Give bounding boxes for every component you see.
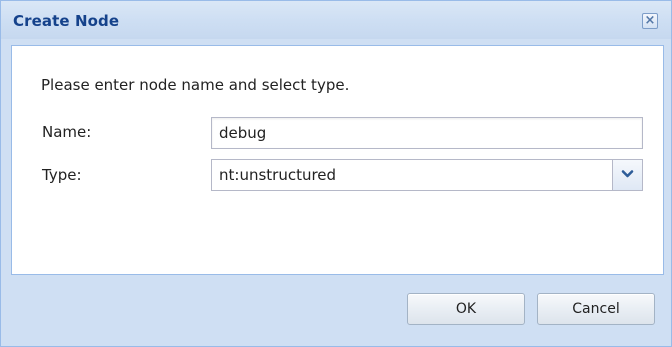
chevron-down-icon: [621, 170, 634, 178]
type-select[interactable]: nt:unstructured: [211, 159, 643, 191]
dialog-body: Please enter node name and select type. …: [11, 45, 664, 275]
intro-text: Please enter node name and select type.: [41, 76, 350, 94]
name-input[interactable]: [211, 117, 643, 149]
dialog-titlebar[interactable]: Create Node ×: [1, 1, 671, 39]
type-select-value: nt:unstructured: [219, 166, 337, 184]
close-icon: ×: [644, 13, 656, 28]
type-select-trigger[interactable]: [612, 160, 642, 190]
dialog-title: Create Node: [13, 12, 120, 30]
create-node-dialog: Create Node × Please enter node name and…: [0, 0, 672, 347]
close-button[interactable]: ×: [642, 13, 658, 29]
cancel-button[interactable]: Cancel: [537, 293, 655, 325]
type-label: Type:: [42, 166, 82, 184]
ok-button[interactable]: OK: [407, 293, 525, 325]
name-label: Name:: [42, 123, 92, 141]
